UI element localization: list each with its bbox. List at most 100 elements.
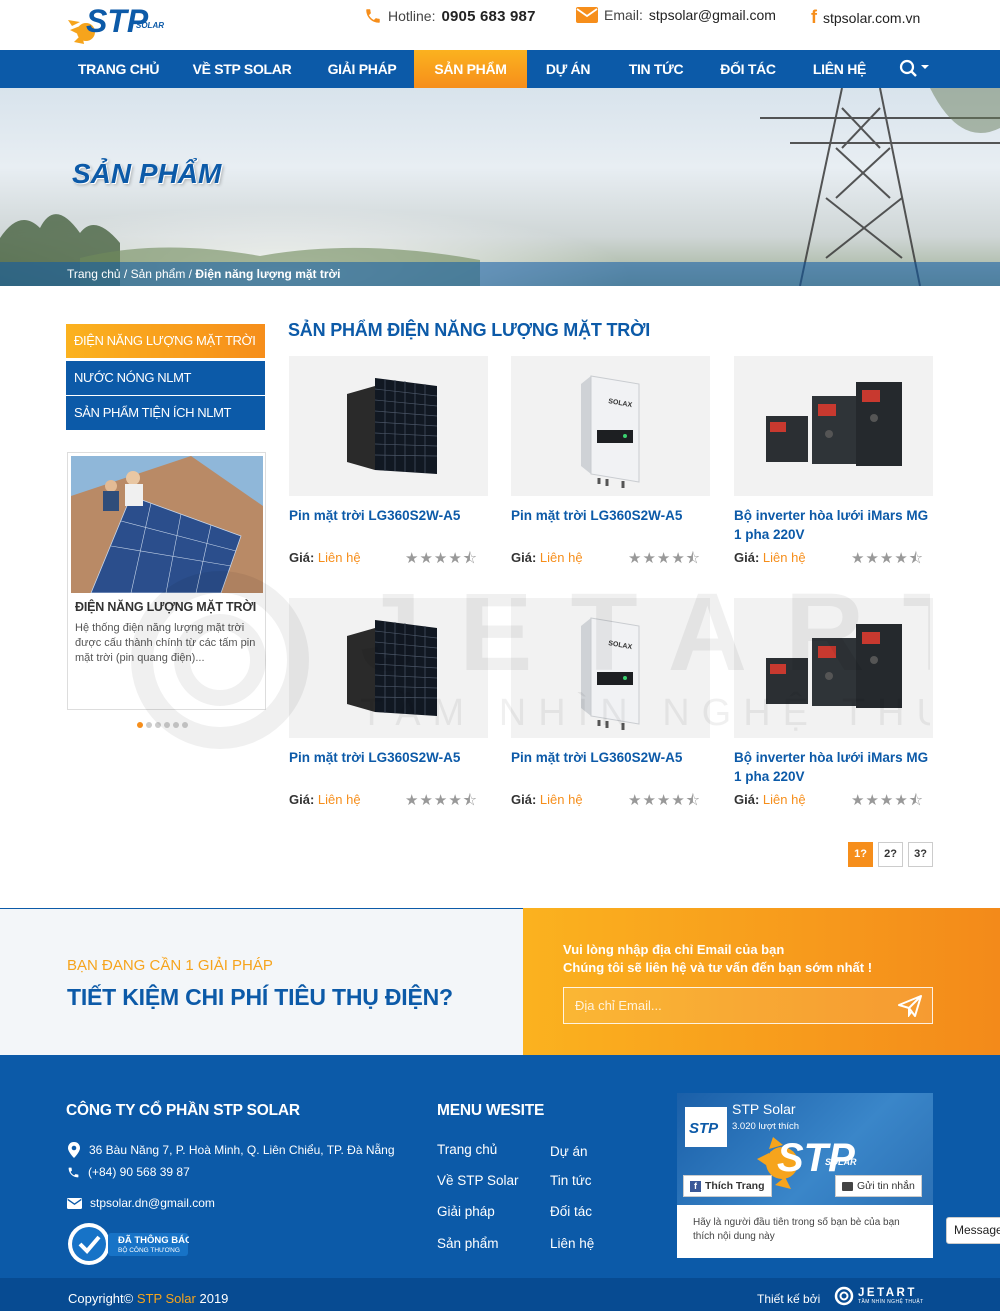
nav-item-tin-tuc[interactable]: TIN TỨC	[617, 50, 695, 88]
price-value[interactable]: Liên hệ	[763, 792, 806, 807]
price-value[interactable]: Liên hệ	[318, 792, 361, 807]
footer-link-san-pham[interactable]: Sản phẩm	[437, 1236, 499, 1251]
price-value[interactable]: Liên hệ	[763, 550, 806, 565]
jetart-logo-icon	[834, 1286, 854, 1306]
imars-inverter-image	[734, 356, 933, 496]
solar-panel-image	[289, 356, 488, 496]
bo-cong-thuong-badge[interactable]: ĐÃ THÔNG BÁO BỘ CÔNG THƯƠNG	[66, 1221, 192, 1267]
product-image-solax-inverter[interactable]: SOLAX	[511, 598, 710, 738]
facebook-page-widget[interactable]: STP SOLAR STP STP Solar 3.020 lượt thích…	[677, 1093, 933, 1258]
badge-title: ĐÃ THÔNG BÁO	[118, 1234, 189, 1246]
footer-phone[interactable]: (+84) 90 568 39 87	[67, 1165, 190, 1179]
rating-stars: ★★★★⯪	[628, 792, 701, 809]
facebook-value: stpsolar.com.vn	[823, 9, 921, 26]
product-name[interactable]: Pin mặt trời LG360S2W-A5	[511, 748, 710, 767]
product-name[interactable]: Pin mặt trời LG360S2W-A5	[511, 506, 710, 525]
email-value: stpsolar@gmail.com	[648, 7, 776, 23]
pagination-page-3[interactable]: 3?	[908, 842, 933, 867]
slider-dot[interactable]	[137, 722, 143, 728]
newsletter-form	[563, 987, 933, 1024]
footer-link-trang-chu[interactable]: Trang chủ	[437, 1142, 497, 1157]
rooftop-solar-image	[71, 456, 263, 593]
mail-icon	[576, 7, 598, 23]
price-value[interactable]: Liên hệ	[540, 792, 583, 807]
header-facebook[interactable]: f stpsolar.com.vn	[811, 7, 920, 28]
pagination-page-1[interactable]: 1?	[848, 842, 873, 867]
sidebar-category-nuoc-nong-nlmt[interactable]: NƯỚC NÓNG NLMT	[66, 361, 265, 395]
sidebar-feature-card[interactable]: ĐIỆN NĂNG LƯỢNG MẶT TRỜI Hệ thống điện n…	[67, 452, 266, 710]
product-name[interactable]: Bộ inverter hòa lưới iMars MG 1 pha 220V	[734, 506, 933, 544]
stp-solar-logo[interactable]: STP SOLAR	[66, 0, 176, 46]
product-name[interactable]: Bộ inverter hòa lưới iMars MG 1 pha 220V	[734, 748, 933, 786]
messenger-chat-button[interactable]: Message	[946, 1217, 1000, 1244]
pagination-page-2[interactable]: 2?	[878, 842, 903, 867]
footer-email[interactable]: stpsolar.dn@gmail.com	[67, 1196, 215, 1210]
breadcrumb-home[interactable]: Trang chủ	[67, 267, 121, 281]
main-navigation: TRANG CHỦ VỀ STP SOLAR GIẢI PHÁP SẢN PHẨ…	[0, 50, 1000, 88]
product-image-solax-inverter[interactable]: SOLAX	[511, 356, 710, 496]
nav-item-trang-chu[interactable]: TRANG CHỦ	[66, 50, 171, 88]
newsletter-note: Vui lòng nhập địa chỉ Email của bạn Chún…	[563, 941, 872, 977]
sidebar-category-dien-nang-luong-mat-troi[interactable]: ĐIỆN NĂNG LƯỢNG MẶT TRỜI	[66, 324, 265, 358]
phone-icon	[366, 9, 380, 23]
price-value[interactable]: Liên hệ	[318, 550, 361, 565]
slider-dot[interactable]	[182, 722, 188, 728]
product-image-imars-inverter[interactable]	[734, 356, 933, 496]
breadcrumb-products[interactable]: Sản phẩm	[131, 267, 186, 281]
cover-logo-subtext: SOLAR	[825, 1157, 857, 1167]
footer-link-lien-he[interactable]: Liên hệ	[550, 1236, 594, 1251]
nav-item-ve-stp-solar[interactable]: VỀ STP SOLAR	[181, 50, 303, 88]
product-price: Giá: Liên hệ	[511, 792, 583, 807]
footer-link-tin-tuc[interactable]: Tin tức	[550, 1173, 592, 1188]
nav-item-du-an[interactable]: DỰ ÁN	[534, 50, 602, 88]
product-price: Giá: Liên hệ	[289, 792, 361, 807]
product-name[interactable]: Pin mặt trời LG360S2W-A5	[289, 748, 488, 767]
newsletter-email-input[interactable]	[564, 988, 884, 1023]
product-image-solar-panel[interactable]	[289, 356, 488, 496]
slider-dot[interactable]	[146, 722, 152, 728]
price-value[interactable]: Liên hệ	[540, 550, 583, 565]
slider-dot[interactable]	[173, 722, 179, 728]
email-label: Email:	[604, 7, 643, 23]
footer-address-text: 36 Bàu Năng 7, P. Hoà Minh, Q. Liên Chiể…	[89, 1143, 395, 1157]
nav-item-san-pham[interactable]: SẢN PHẨM	[414, 50, 527, 88]
search-toggle[interactable]	[899, 59, 931, 84]
badge-subtitle: BỘ CÔNG THƯƠNG	[118, 1245, 180, 1254]
footer-link-giai-phap[interactable]: Giải pháp	[437, 1204, 495, 1219]
header-email[interactable]: Email: stpsolar@gmail.com	[576, 7, 776, 23]
price-label: Giá:	[511, 792, 537, 807]
slider-pagination[interactable]	[137, 722, 188, 728]
copyright-text: Copyright© STP Solar 2019	[68, 1291, 228, 1306]
send-button[interactable]	[898, 995, 922, 1022]
fb-send-message-button[interactable]: Gửi tin nhắn	[835, 1175, 922, 1197]
price-label: Giá:	[289, 550, 315, 565]
search-icon	[899, 59, 929, 77]
jetart-logo[interactable]: JETART TẦM NHÌN NGHỆ THUẬT	[834, 1286, 924, 1306]
slider-dot[interactable]	[155, 722, 161, 728]
solax-inverter-image: SOLAX	[511, 356, 710, 496]
fb-like-page-button[interactable]: f Thích Trang	[683, 1175, 772, 1197]
footer-company-name: CÔNG TY CỔ PHẦN STP SOLAR	[66, 1102, 300, 1119]
logo-subtext: SOLAR	[136, 21, 164, 30]
copyright-brand[interactable]: STP Solar	[137, 1291, 196, 1306]
product-image-solar-panel[interactable]	[289, 598, 488, 738]
footer-link-du-an[interactable]: Dự án	[550, 1144, 588, 1159]
nav-item-giai-phap[interactable]: GIẢI PHÁP	[316, 50, 408, 88]
nav-item-doi-tac[interactable]: ĐỐI TÁC	[708, 50, 788, 88]
footer-link-doi-tac[interactable]: Đối tác	[550, 1204, 592, 1219]
footer-link-ve-stp-solar[interactable]: Về STP Solar	[437, 1173, 519, 1188]
sidebar-category-san-pham-tien-ich-nlmt[interactable]: SẢN PHẨM TIỆN ÍCH NLMT	[66, 396, 265, 430]
page-banner: SẢN PHẨM Trang chủ / Sản phẩm / Điện năn…	[0, 88, 1000, 286]
product-image-imars-inverter[interactable]	[734, 598, 933, 738]
product-name[interactable]: Pin mặt trời LG360S2W-A5	[289, 506, 488, 525]
newsletter-note-line1: Vui lòng nhập địa chỉ Email của bạn	[563, 942, 785, 957]
slider-dot[interactable]	[164, 722, 170, 728]
product-price: Giá: Liên hệ	[511, 550, 583, 565]
nav-item-lien-he[interactable]: LIÊN HỆ	[802, 50, 877, 88]
fb-like-label: Thích Trang	[705, 1180, 765, 1192]
copyright-bar: Copyright© STP Solar 2019 Thiết kế bởi J…	[0, 1278, 1000, 1311]
hotline[interactable]: Hotline: 0905 683 987	[364, 7, 536, 25]
mail-icon	[67, 1197, 82, 1209]
location-pin-icon	[68, 1142, 80, 1158]
feature-card-text: Hệ thống điện năng lượng mặt trời được c…	[75, 622, 256, 664]
